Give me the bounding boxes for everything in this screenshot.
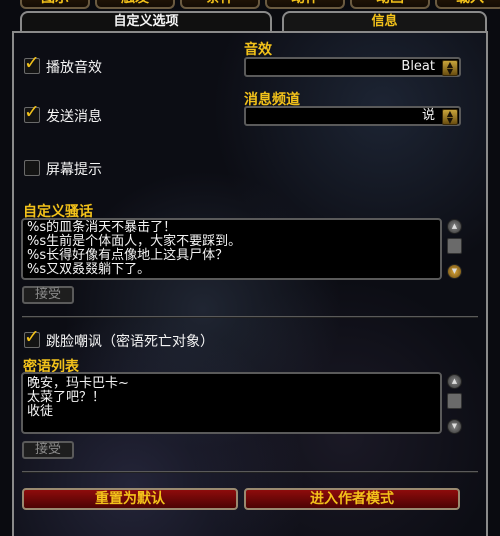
tab-action[interactable]: 动作 <box>265 0 345 9</box>
taunt-line: %s又双叒叕躺下了。 <box>27 262 151 277</box>
author-mode-button[interactable]: 进入作者模式 <box>244 488 460 510</box>
checkmark-icon: ✓ <box>24 52 40 74</box>
scrollbar-thumb[interactable] <box>447 393 462 409</box>
mock-dead-checkbox[interactable]: ✓ <box>24 327 40 348</box>
whisper-line: 太菜了吧？！ <box>27 390 106 405</box>
divider <box>22 471 478 473</box>
sound-label: 音效 <box>244 42 272 58</box>
tab-condition[interactable]: 条件 <box>180 0 260 9</box>
mock-dead-label: 跳脸嘲讽（密语死亡对象） <box>46 334 214 350</box>
send-message-label: 发送消息 <box>46 109 102 125</box>
channel-dropdown[interactable]: 说 ▲ ▼ <box>244 106 461 126</box>
sound-dropdown[interactable]: Bleat ▲ ▼ <box>244 57 461 77</box>
subtab-custom-options[interactable]: 自定义选项 <box>20 11 272 31</box>
taunt-line: %s生前是个体面人，大家不要踩到。 <box>27 234 242 249</box>
whispers-accept-button[interactable]: 接受 <box>22 441 74 459</box>
play-sound-label: 播放音效 <box>46 60 102 76</box>
whisper-line: 收徒 <box>27 404 54 419</box>
scroll-up-icon[interactable]: ▲ <box>447 374 462 389</box>
play-sound-checkbox[interactable]: ✓ <box>24 53 40 74</box>
sound-value: Bleat <box>401 59 435 74</box>
send-message-checkbox[interactable]: ✓ <box>24 102 40 123</box>
scroll-down-icon[interactable]: ▼ <box>447 264 462 279</box>
tab-load[interactable]: 载入 <box>435 0 500 9</box>
whisper-line: 晚安，玛卡巴卡~ <box>27 376 129 391</box>
dropdown-arrow-icon[interactable]: ▲ ▼ <box>442 60 458 76</box>
tab-icon[interactable]: 图示 <box>20 0 90 9</box>
checkmark-icon: ✓ <box>24 101 40 123</box>
tab-animation[interactable]: 动画 <box>350 0 430 9</box>
scroll-down-icon[interactable]: ▼ <box>447 419 462 434</box>
taunt-line: %s的皿条消天不暴击了！ <box>27 220 177 235</box>
scroll-up-icon[interactable]: ▲ <box>447 219 462 234</box>
channel-value: 说 <box>421 108 435 123</box>
screen-alert-checkbox[interactable] <box>24 160 40 176</box>
whisper-list-textbox[interactable]: 晚安，玛卡巴卡~ 太菜了吧？！ 收徒 <box>21 372 442 434</box>
scrollbar-thumb[interactable] <box>447 238 462 254</box>
divider <box>22 316 478 318</box>
dropdown-arrow-icon[interactable]: ▲ ▼ <box>442 109 458 125</box>
tab-trigger[interactable]: 触发 <box>95 0 175 9</box>
reset-default-button[interactable]: 重置为默认 <box>22 488 238 510</box>
taunt-line: %s长得好像有点像地上这具尸体？ <box>27 248 229 263</box>
checkmark-icon: ✓ <box>24 326 40 348</box>
subtab-info[interactable]: 信息 <box>282 11 487 31</box>
screen-alert-label: 屏幕提示 <box>46 162 102 178</box>
taunts-accept-button[interactable]: 接受 <box>22 286 74 304</box>
custom-taunts-textbox[interactable]: %s的皿条消天不暴击了！ %s生前是个体面人，大家不要踩到。 %s长得好像有点像… <box>21 218 442 280</box>
